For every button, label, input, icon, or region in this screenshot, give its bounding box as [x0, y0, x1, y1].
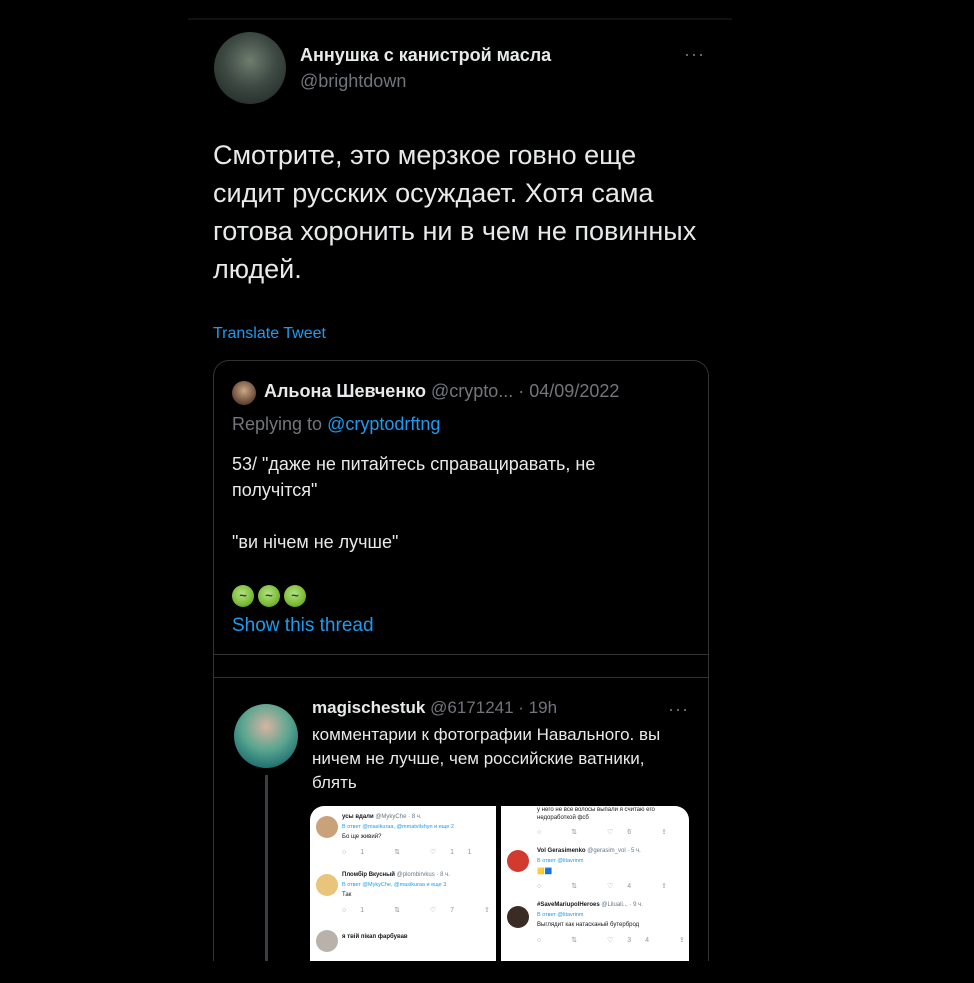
- commenter-avatar: [316, 816, 338, 838]
- nauseated-face-icon: ~: [232, 585, 254, 607]
- quote-avatar[interactable]: [232, 381, 256, 405]
- commenter-text: Так: [342, 892, 352, 898]
- reply-header: magischestuk @6171241 · 19h: [312, 698, 557, 718]
- commenter-name: #SaveMariupolHeroes @Liluali... · 9 ч.: [537, 902, 643, 908]
- commenter-actions: ○1 ⇅ ♡11 ⇪: [342, 849, 496, 856]
- commenter-actions: ○ ⇅ ♡4 ⇪: [537, 883, 681, 890]
- commenter-text: у него не все волосы выпали я считаю его…: [537, 807, 655, 821]
- divider: [214, 677, 708, 678]
- reply-more-icon[interactable]: ···: [668, 699, 689, 720]
- commenter-reply-to: В ответ @masikuraa, @mmatvilshyn и еще 2: [342, 824, 454, 830]
- commenter-text: Выглядит как натасканый бутерброд: [537, 922, 640, 928]
- reply-meta: @6171241 · 19h: [430, 698, 558, 717]
- tweet-card: Аннушка с канистрой масла @brightdown ··…: [188, 18, 732, 961]
- emoji-row: ~ ~ ~: [232, 585, 306, 607]
- show-thread-link[interactable]: Show this thread: [232, 615, 374, 637]
- commenter-actions: ○ ⇅ ♡6 ⇪: [537, 829, 681, 836]
- quote-meta: @crypto... · 04/09/2022: [430, 381, 620, 401]
- attached-screenshot-right[interactable]: у него не все волосы выпали я считаю его…: [501, 806, 689, 961]
- commenter-name: Пломбір Вкусный @plombirvkus · 8 ч.: [342, 872, 450, 878]
- replying-to-label: Replying to: [232, 414, 328, 434]
- quote-header: Альона Шевченко @crypto... · 04/09/2022: [264, 381, 619, 402]
- commenter-reply-to: В ответ @litavrinm: [537, 912, 584, 918]
- author-handle[interactable]: @brightdown: [300, 71, 406, 92]
- author-avatar[interactable]: [214, 32, 286, 104]
- commenter-reply-to: В ответ @MykyChe, @masikuraa и еще 3: [342, 882, 447, 888]
- replying-to-handle[interactable]: @cryptodrftng: [327, 414, 440, 434]
- commenter-text: Бо ще живий?: [342, 834, 382, 840]
- commenter-avatar: [316, 930, 338, 952]
- commenter-name: усы вдали @MykyChe · 8 ч.: [342, 814, 422, 820]
- quoted-thread[interactable]: Альона Шевченко @crypto... · 04/09/2022 …: [213, 360, 709, 961]
- tweet-text: Смотрите, это мерзкое говно еще сидит ру…: [213, 140, 697, 284]
- thread-connector-line: [265, 775, 268, 961]
- commenter-actions: ○1 ⇅ ♡7 ⇪: [342, 907, 496, 914]
- commenter-avatar: [507, 850, 529, 872]
- flag-emojis: 🟨🟦: [537, 869, 552, 875]
- nauseated-face-icon: ~: [284, 585, 306, 607]
- commenter-actions: ○ ⇅ ♡34 ⇪: [537, 937, 689, 944]
- quote-text: 53/ "даже не питайтесь справациравать, н…: [232, 454, 596, 552]
- more-options-icon[interactable]: ···: [684, 44, 705, 65]
- reply-avatar[interactable]: [234, 704, 298, 768]
- commenter-reply-to: В ответ @litavrinm: [537, 858, 584, 864]
- reply-author-name[interactable]: magischestuk: [312, 698, 425, 717]
- divider: [214, 654, 708, 655]
- commenter-avatar: [316, 874, 338, 896]
- commenter-avatar: [507, 906, 529, 928]
- attached-screenshot-left[interactable]: усы вдали @MykyChe · 8 ч. В ответ @masik…: [310, 806, 496, 961]
- commenter-name: я твій пікап фарбував: [342, 934, 408, 940]
- replying-to: Replying to @cryptodrftng: [232, 414, 440, 435]
- translate-tweet-link[interactable]: Translate Tweet: [213, 325, 326, 343]
- nauseated-face-icon: ~: [258, 585, 280, 607]
- reply-text: комментарии к фотографии Навального. вы …: [312, 725, 661, 792]
- commenter-name: Vol Gerasimenko @gerasim_vol · 5 ч.: [537, 848, 641, 854]
- quote-author-name[interactable]: Альона Шевченко: [264, 381, 426, 401]
- author-name[interactable]: Аннушка с канистрой масла: [300, 45, 551, 66]
